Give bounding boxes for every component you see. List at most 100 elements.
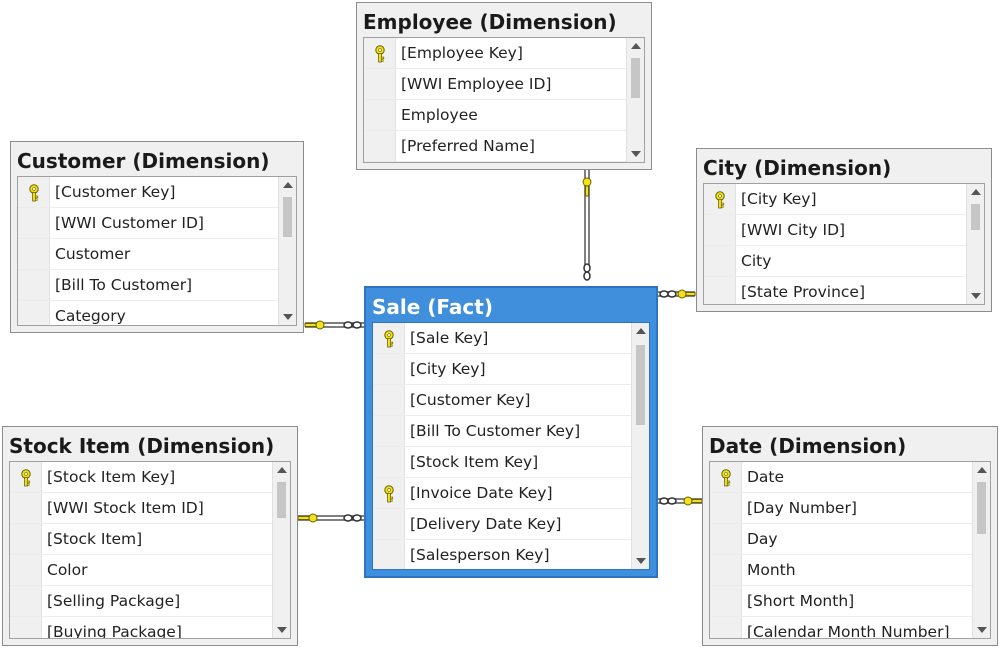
row-gutter [373, 509, 405, 539]
column-row[interactable]: [WWI Customer ID] [18, 208, 278, 239]
table-city[interactable]: City (Dimension) [City Key] [WWI City ID]… [696, 148, 992, 312]
table-title: Employee (Dimension) [363, 10, 617, 34]
table-title: City (Dimension) [703, 156, 892, 180]
column-row[interactable]: [Preferred Name] [364, 131, 626, 162]
column-row[interactable]: Month [710, 555, 972, 586]
column-row[interactable]: [City Key] [704, 184, 966, 215]
column-row[interactable]: Category [18, 301, 278, 325]
column-row[interactable]: Customer [18, 239, 278, 270]
column-row[interactable]: Color [10, 555, 272, 586]
column-label: Day [747, 530, 778, 548]
column-row[interactable]: [Stock Item Key] [373, 447, 631, 478]
table-employee[interactable]: Employee (Dimension) [Employee Key] [WWI … [356, 2, 652, 170]
scroll-down-arrow-icon[interactable] [283, 314, 293, 320]
scroll-down-arrow-icon[interactable] [636, 558, 646, 564]
column-row[interactable]: [Selling Package] [10, 586, 272, 617]
column-row[interactable]: [Customer Key] [373, 385, 631, 416]
scroll-down-arrow-icon[interactable] [277, 627, 287, 633]
column-row[interactable]: [Stock Item Key] [10, 462, 272, 493]
row-gutter [10, 555, 42, 585]
column-label: [Buying Package] [47, 623, 182, 639]
column-label: [Stock Item] [47, 530, 143, 548]
scroll-thumb[interactable] [971, 204, 980, 230]
scroll-down-arrow-icon[interactable] [977, 627, 987, 633]
column-row[interactable]: [Day Number] [710, 493, 972, 524]
column-list: [Sale Key] [City Key] [Customer Key] [Bill … [372, 322, 650, 570]
row-gutter [10, 462, 42, 492]
scrollbar[interactable] [626, 38, 644, 162]
row-gutter [373, 478, 405, 508]
column-label: [State Province] [741, 283, 865, 301]
scroll-down-arrow-icon[interactable] [971, 293, 981, 299]
scrollbar[interactable] [631, 323, 649, 569]
column-label: [Stock Item Key] [47, 468, 176, 486]
scroll-thumb[interactable] [977, 482, 986, 534]
scroll-up-arrow-icon[interactable] [277, 467, 287, 473]
scroll-up-arrow-icon[interactable] [636, 328, 646, 334]
column-row[interactable]: [Bill To Customer Key] [373, 416, 631, 447]
column-row[interactable]: [Sale Key] [373, 323, 631, 354]
scroll-thumb[interactable] [277, 482, 286, 518]
table-stock-item[interactable]: Stock Item (Dimension) [Stock Item Key][… [2, 426, 298, 646]
scrollbar[interactable] [272, 462, 290, 638]
column-row[interactable]: [Delivery Date Key] [373, 509, 631, 540]
row-gutter [710, 493, 742, 523]
column-label: [Customer Key] [55, 183, 176, 201]
table-date[interactable]: Date (Dimension) Date [Day Number] Day Mont… [702, 426, 998, 646]
column-row[interactable]: [Invoice Date Key] [373, 478, 631, 509]
column-label: [Bill To Customer Key] [410, 422, 581, 440]
scrollbar[interactable] [972, 462, 990, 638]
row-gutter [10, 586, 42, 616]
table-sale[interactable]: Sale (Fact) [Sale Key] [City Key] [Custome… [364, 286, 658, 578]
scrollbar[interactable] [278, 177, 296, 325]
column-row[interactable]: [Salesperson Key] [373, 540, 631, 569]
column-row[interactable]: [Short Month] [710, 586, 972, 617]
column-row[interactable]: [Bill To Customer] [18, 270, 278, 301]
column-row[interactable]: Day [710, 524, 972, 555]
scroll-up-arrow-icon[interactable] [977, 467, 987, 473]
table-title: Customer (Dimension) [17, 149, 270, 173]
table-customer[interactable]: Customer (Dimension) [Customer Key] [WWI … [10, 141, 304, 333]
column-label: [Stock Item Key] [410, 453, 539, 471]
column-row[interactable]: [Customer Key] [18, 177, 278, 208]
column-row[interactable]: [State Province] [704, 277, 966, 304]
column-row[interactable]: [WWI City ID] [704, 215, 966, 246]
row-gutter [710, 524, 742, 554]
scroll-thumb[interactable] [283, 197, 292, 237]
key-icon [683, 496, 703, 506]
scroll-thumb[interactable] [631, 58, 640, 98]
column-row[interactable]: [WWI Employee ID] [364, 69, 626, 100]
column-label: [Delivery Date Key] [410, 515, 562, 533]
row-gutter [704, 246, 736, 276]
column-row[interactable]: [Stock Item] [10, 524, 272, 555]
row-gutter [18, 301, 50, 325]
key-icon [713, 191, 727, 209]
row-gutter [710, 462, 742, 492]
table-title: Date (Dimension) [709, 434, 907, 458]
column-list: [Stock Item Key] [WWI Stock Item ID] [Stoc… [9, 461, 291, 639]
scroll-down-arrow-icon[interactable] [631, 151, 641, 157]
infinity-icon [583, 263, 591, 281]
column-label: [WWI Customer ID] [55, 214, 204, 232]
row-gutter [364, 38, 396, 68]
column-row[interactable]: Employee [364, 100, 626, 131]
scroll-up-arrow-icon[interactable] [971, 189, 981, 195]
scrollbar[interactable] [966, 184, 984, 304]
column-label: [Invoice Date Key] [410, 484, 553, 502]
column-row[interactable]: [Calendar Month Number] [710, 617, 972, 638]
column-label: [Selling Package] [47, 592, 181, 610]
row-gutter [373, 323, 405, 353]
row-gutter [364, 69, 396, 99]
scroll-thumb[interactable] [636, 345, 645, 425]
key-icon [19, 469, 33, 487]
key-icon [27, 184, 41, 202]
column-row[interactable]: [Employee Key] [364, 38, 626, 69]
column-row[interactable]: City [704, 246, 966, 277]
scroll-up-arrow-icon[interactable] [283, 182, 293, 188]
column-row[interactable]: [City Key] [373, 354, 631, 385]
column-label: Month [747, 561, 796, 579]
scroll-up-arrow-icon[interactable] [631, 43, 641, 49]
column-row[interactable]: Date [710, 462, 972, 493]
column-row[interactable]: [Buying Package] [10, 617, 272, 639]
column-row[interactable]: [WWI Stock Item ID] [10, 493, 272, 524]
